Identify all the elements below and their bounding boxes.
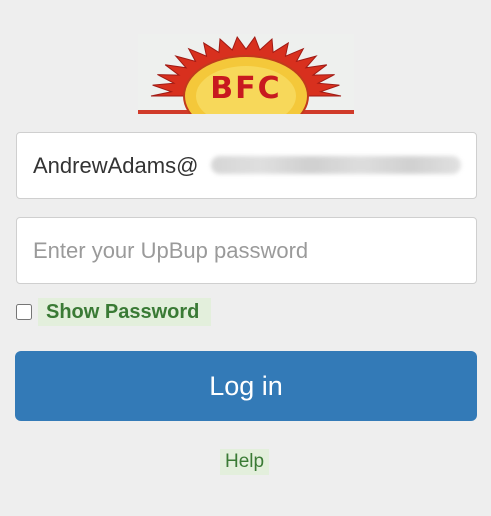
login-button[interactable]: Log in xyxy=(15,351,477,421)
sun-logo-icon: BFC xyxy=(138,34,354,114)
show-password-label[interactable]: Show Password xyxy=(38,298,212,326)
password-field[interactable] xyxy=(16,217,477,284)
help-link[interactable]: Help xyxy=(220,449,270,475)
bfc-logo: BFC xyxy=(138,34,354,114)
redacted-email-domain xyxy=(211,156,461,174)
show-password-row: Show Password xyxy=(16,297,212,327)
logo-lettering: BFC xyxy=(210,71,281,106)
login-panel: BFC Show Password Log in Help xyxy=(0,0,491,516)
show-password-checkbox[interactable] xyxy=(16,304,32,320)
